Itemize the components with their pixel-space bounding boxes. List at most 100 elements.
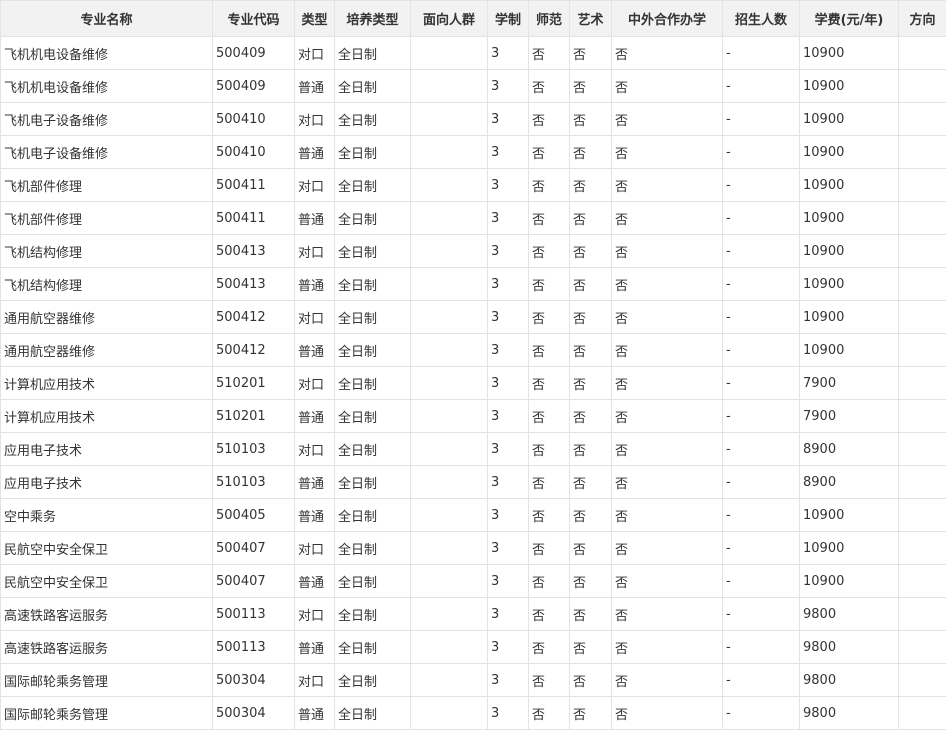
col-header-major-name[interactable]: 专业名称 [0,0,213,37]
col-header-tuition[interactable]: 学费(元/年) [799,0,899,37]
tuition-cell: 8900 [799,432,899,466]
training-type-cell: 全日制 [334,531,411,565]
art-cell: 否 [569,399,612,433]
table-row: 国际邮轮乘务管理 500304 普通 全日制 3 否否否 -9800 [0,696,946,730]
normal-cell: 否 [528,267,570,301]
target-group-cell [410,36,488,70]
direction-cell [898,201,946,235]
direction-cell [898,234,946,268]
joint-program-cell: 否 [611,465,723,499]
tuition-cell: 10900 [799,267,899,301]
tuition-cell: 7900 [799,399,899,433]
table-row: 飞机电子设备维修 500410 普通 全日制 3 否否否 -10900 [0,135,946,169]
col-header-duration[interactable]: 学制 [487,0,529,37]
art-cell: 否 [569,102,612,136]
major-code-cell: 500412 [212,300,295,334]
duration-cell: 3 [487,234,529,268]
joint-program-cell: 否 [611,300,723,334]
col-header-joint-program[interactable]: 中外合作办学 [611,0,723,37]
enrollment-cell: - [722,366,800,400]
col-header-enrollment[interactable]: 招生人数 [722,0,800,37]
enrollment-cell: - [722,630,800,664]
normal-cell: 否 [528,432,570,466]
major-code-cell: 500409 [212,69,295,103]
direction-cell [898,564,946,598]
training-type-cell: 全日制 [334,663,411,697]
major-code-cell: 500411 [212,201,295,235]
duration-cell: 3 [487,663,529,697]
art-cell: 否 [569,663,612,697]
type-cell: 对口 [294,432,335,466]
major-code-cell: 500405 [212,498,295,532]
table-row: 计算机应用技术 510201 对口 全日制 3 否否否 -7900 [0,366,946,400]
enrollment-cell: - [722,201,800,235]
duration-cell: 3 [487,531,529,565]
enrollment-cell: - [722,498,800,532]
duration-cell: 3 [487,696,529,730]
table-row: 高速铁路客运服务 500113 普通 全日制 3 否否否 -9800 [0,630,946,664]
direction-cell [898,597,946,631]
col-header-major-code[interactable]: 专业代码 [212,0,295,37]
type-cell: 普通 [294,630,335,664]
target-group-cell [410,531,488,565]
type-cell: 普通 [294,135,335,169]
major-name-cell: 民航空中安全保卫 [0,531,213,565]
tuition-cell: 9800 [799,696,899,730]
target-group-cell [410,498,488,532]
type-cell: 普通 [294,696,335,730]
col-header-normal[interactable]: 师范 [528,0,570,37]
major-name-cell: 高速铁路客运服务 [0,597,213,631]
art-cell: 否 [569,168,612,202]
art-cell: 否 [569,69,612,103]
target-group-cell [410,135,488,169]
enrollment-cell: - [722,267,800,301]
major-code-cell: 500407 [212,564,295,598]
training-type-cell: 全日制 [334,300,411,334]
col-header-training-type[interactable]: 培养类型 [334,0,411,37]
tuition-cell: 10900 [799,102,899,136]
type-cell: 普通 [294,465,335,499]
joint-program-cell: 否 [611,597,723,631]
art-cell: 否 [569,201,612,235]
duration-cell: 3 [487,267,529,301]
enrollment-cell: - [722,135,800,169]
col-header-direction[interactable]: 方向 [898,0,946,37]
col-header-target-group[interactable]: 面向人群 [410,0,488,37]
art-cell: 否 [569,432,612,466]
enrollment-cell: - [722,696,800,730]
joint-program-cell: 否 [611,201,723,235]
col-header-type[interactable]: 类型 [294,0,335,37]
tuition-cell: 9800 [799,597,899,631]
type-cell: 对口 [294,36,335,70]
duration-cell: 3 [487,630,529,664]
table-row: 飞机结构修理 500413 普通 全日制 3 否否否 -10900 [0,267,946,301]
col-header-art[interactable]: 艺术 [569,0,612,37]
enrollment-cell: - [722,465,800,499]
type-cell: 对口 [294,168,335,202]
major-name-cell: 计算机应用技术 [0,366,213,400]
major-name-cell: 民航空中安全保卫 [0,564,213,598]
direction-cell [898,531,946,565]
target-group-cell [410,366,488,400]
joint-program-cell: 否 [611,267,723,301]
tuition-cell: 10900 [799,333,899,367]
tuition-cell: 10900 [799,135,899,169]
joint-program-cell: 否 [611,531,723,565]
major-name-cell: 飞机电子设备维修 [0,135,213,169]
table-row: 飞机部件修理 500411 对口 全日制 3 否否否 -10900 [0,168,946,202]
normal-cell: 否 [528,69,570,103]
enrollment-cell: - [722,432,800,466]
table-row: 高速铁路客运服务 500113 对口 全日制 3 否否否 -9800 [0,597,946,631]
training-type-cell: 全日制 [334,102,411,136]
duration-cell: 3 [487,69,529,103]
normal-cell: 否 [528,531,570,565]
major-code-cell: 500113 [212,630,295,664]
direction-cell [898,36,946,70]
major-name-cell: 国际邮轮乘务管理 [0,696,213,730]
duration-cell: 3 [487,498,529,532]
joint-program-cell: 否 [611,69,723,103]
training-type-cell: 全日制 [334,432,411,466]
duration-cell: 3 [487,432,529,466]
normal-cell: 否 [528,564,570,598]
table-body: 飞机机电设备维修 500409 对口 全日制 3 否否否 -10900 飞机机电设备维修 500… [0,36,946,730]
